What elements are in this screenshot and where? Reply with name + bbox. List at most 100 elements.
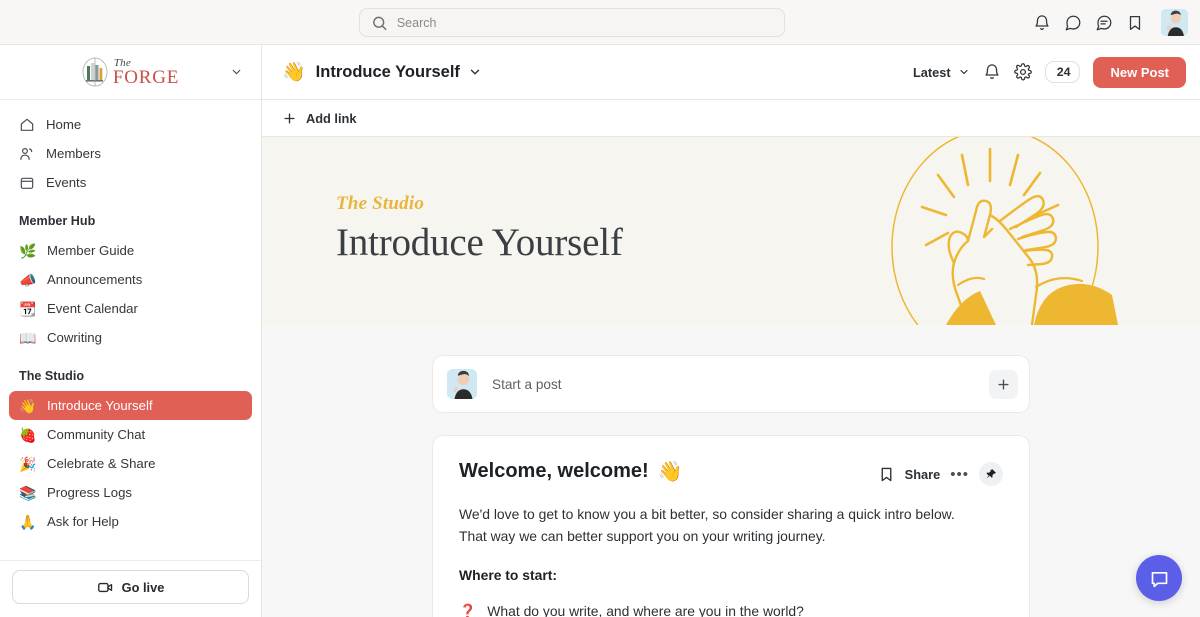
plus-icon [996, 377, 1011, 392]
sidebar-item-cowriting[interactable]: 📖 Cowriting [9, 323, 252, 352]
bell-icon[interactable] [983, 63, 1001, 81]
question-mark-icon: ❓ [459, 603, 476, 617]
member-count: 24 [1057, 65, 1071, 79]
post-body: We'd love to get to know you a bit bette… [459, 504, 1003, 547]
bookmark-icon[interactable] [878, 466, 895, 483]
feed: Start a post Welcome, welcome! 👋 [262, 325, 1200, 617]
chat-lines-icon[interactable] [1095, 14, 1113, 32]
sidebar-item-event-calendar[interactable]: 📆 Event Calendar [9, 294, 252, 323]
sidebar-section-member-hub: Member Hub [0, 214, 261, 228]
search-bar[interactable] [359, 8, 785, 37]
composer-placeholder[interactable]: Start a post [492, 377, 974, 392]
avatar [447, 369, 477, 399]
books-icon: 📚 [19, 486, 36, 500]
hero-title: Introduce Yourself [336, 220, 623, 265]
sidebar-item-label: Cowriting [47, 330, 102, 345]
member-avatars-group[interactable]: 24 [1045, 61, 1081, 83]
bookmark-icon[interactable] [1126, 14, 1144, 32]
bell-icon[interactable] [1033, 14, 1051, 32]
post-title: Welcome, welcome! [459, 460, 649, 483]
go-live-container: Go live [0, 560, 261, 617]
sidebar-item-celebrate-and-share[interactable]: 🎉 Celebrate & Share [9, 449, 252, 478]
new-post-button[interactable]: New Post [1093, 57, 1186, 88]
body: The FORGE Home [0, 45, 1200, 617]
home-icon [19, 117, 35, 133]
wave-hand-icon: 👋 [19, 399, 36, 413]
share-button[interactable]: Share [905, 467, 941, 482]
forge-building-icon [82, 57, 108, 87]
wave-hand-icon: 👋 [282, 63, 306, 82]
post-subheading: Where to start: [459, 567, 1003, 583]
post-title-row: Welcome, welcome! 👋 [459, 459, 683, 484]
sidebar-item-member-guide[interactable]: 🌿 Member Guide [9, 236, 252, 265]
post-composer[interactable]: Start a post [432, 355, 1030, 413]
composer-add-button[interactable] [989, 370, 1018, 399]
search-input[interactable] [397, 16, 773, 30]
hero-text: The Studio Introduce Yourself [336, 193, 623, 265]
wave-hand-icon: 👋 [658, 459, 683, 484]
sidebar-item-introduce-yourself[interactable]: 👋 Introduce Yourself [9, 391, 252, 420]
feed-scroll-area[interactable]: The Studio Introduce Yourself [262, 137, 1200, 617]
gear-icon[interactable] [1014, 63, 1032, 81]
main-content: 👋 Introduce Yourself Latest [262, 45, 1200, 617]
sidebar-item-events[interactable]: Events [9, 168, 252, 197]
sidebar-item-members[interactable]: Members [9, 139, 252, 168]
members-icon [19, 146, 35, 162]
megaphone-icon: 📣 [19, 273, 36, 287]
party-popper-icon: 🎉 [19, 457, 36, 471]
hero-banner: The Studio Introduce Yourself [262, 137, 1200, 325]
sidebar-item-label: Announcements [47, 272, 142, 287]
brand-row: The FORGE [0, 45, 261, 100]
high-five-illustration [850, 137, 1140, 325]
post-bullet-text: What do you write, and where are you in … [487, 603, 804, 617]
chevron-down-icon [958, 66, 970, 78]
page-title: Introduce Yourself [316, 63, 460, 82]
post-card: Welcome, welcome! 👋 Share ••• [432, 435, 1030, 617]
ellipsis-icon[interactable]: ••• [950, 470, 969, 479]
book-icon: 📖 [19, 331, 36, 345]
sort-label: Latest [913, 65, 951, 80]
pin-button[interactable] [979, 462, 1003, 486]
sidebar-item-progress-logs[interactable]: 📚 Progress Logs [9, 478, 252, 507]
calendar-emoji-icon: 📆 [19, 302, 36, 316]
sidebar-item-label: Community Chat [47, 427, 145, 442]
app-root: The FORGE Home [0, 0, 1200, 617]
search-icon [371, 14, 388, 32]
add-link-button[interactable]: Add link [282, 111, 356, 126]
top-bar [0, 0, 1200, 45]
sidebar-item-home[interactable]: Home [9, 110, 252, 139]
go-live-label: Go live [122, 580, 165, 595]
sidebar-item-announcements[interactable]: 📣 Announcements [9, 265, 252, 294]
sidebar-item-label: Events [46, 175, 86, 190]
post-actions: Share ••• [878, 459, 1003, 486]
channel-header-actions: Latest [913, 57, 1186, 88]
go-live-button[interactable]: Go live [12, 570, 249, 604]
channel-header: 👋 Introduce Yourself Latest [262, 45, 1200, 100]
add-link-label: Add link [306, 111, 356, 126]
folded-hands-icon: 🙏 [19, 515, 36, 529]
hero-kicker: The Studio [336, 193, 623, 215]
chat-bubble-icon[interactable] [1064, 14, 1082, 32]
brand-logo[interactable]: The FORGE [82, 57, 179, 87]
chevron-down-icon[interactable] [230, 66, 243, 79]
sidebar-nav: Home Members Events [0, 100, 261, 560]
brand-forge: FORGE [113, 68, 179, 87]
sidebar-item-label: Progress Logs [47, 485, 132, 500]
top-bar-icons [1033, 0, 1188, 45]
post-bullet: ❓ What do you write, and where are you i… [459, 603, 1003, 617]
sidebar-item-ask-for-help[interactable]: 🙏 Ask for Help [9, 507, 252, 536]
sidebar-item-label: Event Calendar [47, 301, 138, 316]
chat-bubble-icon [1149, 568, 1170, 589]
sidebar-item-label: Member Guide [47, 243, 134, 258]
sidebar-item-label: Members [46, 146, 101, 161]
link-bar: Add link [262, 100, 1200, 137]
sidebar: The FORGE Home [0, 45, 262, 617]
chevron-down-icon[interactable] [468, 65, 482, 79]
post-header: Welcome, welcome! 👋 Share ••• [459, 459, 1003, 486]
avatar[interactable] [1161, 9, 1188, 36]
sidebar-item-label: Celebrate & Share [47, 456, 156, 471]
chat-support-button[interactable] [1136, 555, 1182, 601]
sidebar-item-label: Introduce Yourself [47, 398, 153, 413]
sidebar-item-community-chat[interactable]: 🍓 Community Chat [9, 420, 252, 449]
sort-dropdown[interactable]: Latest [913, 65, 970, 80]
